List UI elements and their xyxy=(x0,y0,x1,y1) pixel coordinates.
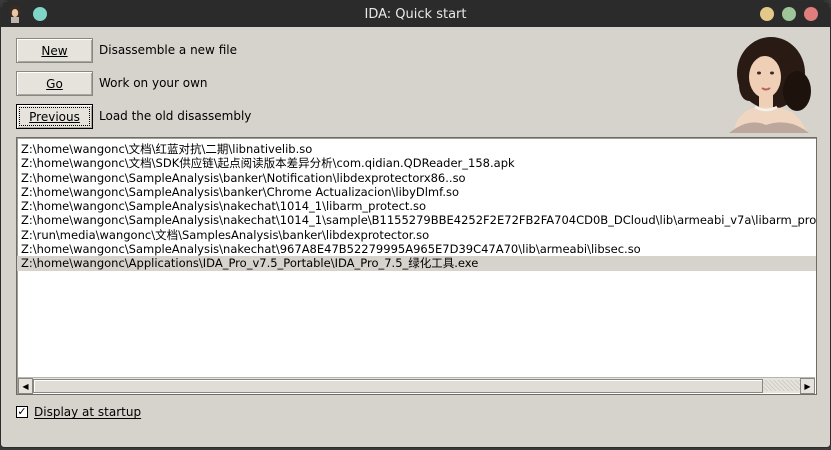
ida-portrait-image xyxy=(719,33,815,133)
previous-description: Load the old disassembly xyxy=(99,109,252,123)
close-button[interactable] xyxy=(804,7,818,21)
new-description: Disassemble a new file xyxy=(99,43,237,57)
list-item[interactable]: Z:\home\wangonc\文档\SDK供应链\起点阅读版本差异分析\com… xyxy=(17,156,816,170)
title-bar[interactable]: IDA: Quick start xyxy=(1,1,830,27)
list-item-selected[interactable]: Z:\home\wangonc\Applications\IDA_Pro_v7.… xyxy=(17,256,816,271)
recent-files-list[interactable]: Z:\home\wangonc\文档\红蓝对抗\二期\libnativelib.… xyxy=(16,137,817,395)
display-at-startup-option[interactable]: ✓ Display at startup xyxy=(16,405,141,419)
new-button[interactable]: New xyxy=(16,38,93,63)
ida-app-icon xyxy=(9,5,21,23)
list-item[interactable]: Z:\home\wangonc\SampleAnalysis\banker\No… xyxy=(17,171,816,185)
horizontal-scrollbar[interactable]: ◀ ▶ xyxy=(18,377,815,394)
window-menu-button[interactable] xyxy=(33,7,47,21)
list-item[interactable]: Z:\run\media\wangonc\文档\SamplesAnalysis\… xyxy=(17,228,816,242)
scroll-thumb[interactable] xyxy=(33,379,763,393)
list-item[interactable]: Z:\home\wangonc\文档\红蓝对抗\二期\libnativelib.… xyxy=(17,142,816,156)
recent-files-rows: Z:\home\wangonc\文档\红蓝对抗\二期\libnativelib.… xyxy=(17,142,816,378)
list-item[interactable]: Z:\home\wangonc\SampleAnalysis\nakechat\… xyxy=(17,199,816,213)
list-item[interactable]: Z:\home\wangonc\SampleAnalysis\nakechat\… xyxy=(17,213,816,227)
previous-button[interactable]: Previous xyxy=(16,104,93,129)
list-item[interactable]: Z:\home\wangonc\SampleAnalysis\nakechat\… xyxy=(17,242,816,256)
scroll-right-arrow-icon[interactable]: ▶ xyxy=(800,378,815,394)
go-description: Work on your own xyxy=(99,76,208,90)
minimize-button[interactable] xyxy=(760,7,774,21)
window-title: IDA: Quick start xyxy=(364,6,467,22)
go-button[interactable]: Go xyxy=(16,71,93,96)
display-at-startup-label[interactable]: Display at startup xyxy=(34,405,141,419)
display-at-startup-checkbox[interactable]: ✓ xyxy=(16,406,28,418)
quick-start-window: IDA: Quick start New Disassemble a new f… xyxy=(0,0,831,448)
maximize-button[interactable] xyxy=(782,7,796,21)
scroll-left-arrow-icon[interactable]: ◀ xyxy=(18,378,33,394)
list-item[interactable]: Z:\home\wangonc\SampleAnalysis\banker\Ch… xyxy=(17,185,816,199)
